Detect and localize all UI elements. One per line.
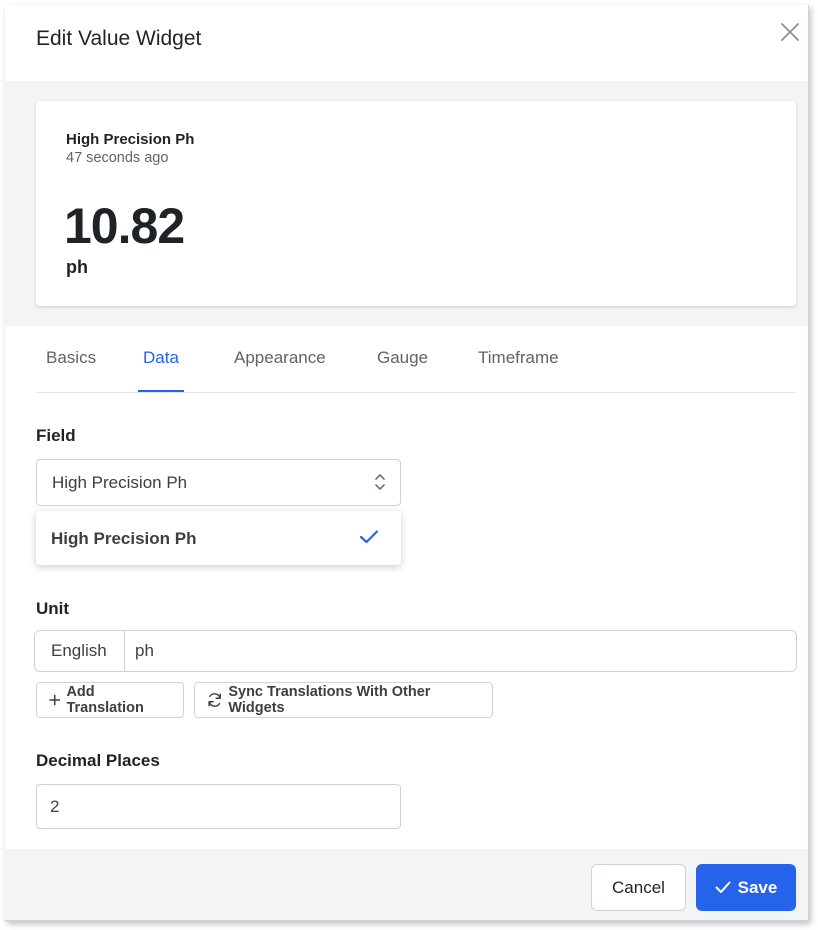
check-icon xyxy=(359,530,379,544)
preview-unit: ph xyxy=(66,257,88,277)
check-icon xyxy=(715,881,731,893)
edit-widget-dialog: Edit Value Widget High Precision Ph 47 s… xyxy=(5,5,809,921)
add-translation-button[interactable]: Add Translation xyxy=(36,682,184,718)
decimal-places-input[interactable] xyxy=(36,784,401,829)
tab-data[interactable]: Data xyxy=(138,348,184,392)
field-label: Field xyxy=(36,426,76,445)
dialog-footer: Cancel Save xyxy=(5,849,808,920)
add-translation-label: Add Translation xyxy=(66,684,144,716)
tab-bar: Basics Data Appearance Gauge Timeframe xyxy=(36,326,796,393)
sync-translations-label: Sync Translations With Other Widgets xyxy=(228,684,431,716)
close-icon xyxy=(781,23,799,41)
dialog-header: Edit Value Widget xyxy=(5,5,808,81)
decimal-places-label: Decimal Places xyxy=(36,751,160,770)
field-option[interactable]: High Precision Ph xyxy=(36,511,401,565)
dialog-title: Edit Value Widget xyxy=(36,27,202,50)
field-select[interactable]: High Precision Ph xyxy=(36,459,401,506)
unit-input-group: English xyxy=(34,630,797,672)
widget-preview-card: High Precision Ph 47 seconds ago 10.82 p… xyxy=(36,101,796,306)
widget-preview-area: High Precision Ph 47 seconds ago 10.82 p… xyxy=(5,81,808,326)
close-button[interactable] xyxy=(779,21,801,43)
tab-timeframe[interactable]: Timeframe xyxy=(473,348,564,392)
tab-basics[interactable]: Basics xyxy=(41,348,101,392)
sync-translations-button[interactable]: Sync Translations With Other Widgets xyxy=(194,682,493,718)
unit-input[interactable] xyxy=(125,631,796,671)
field-dropdown: High Precision Ph xyxy=(36,511,401,565)
unit-language: English xyxy=(35,631,125,671)
field-select-value: High Precision Ph xyxy=(52,473,188,492)
preview-value: 10.82 xyxy=(64,198,185,254)
cancel-button[interactable]: Cancel xyxy=(591,864,686,911)
chevron-up-down-icon xyxy=(375,474,385,490)
field-option-label: High Precision Ph xyxy=(51,529,197,548)
plus-icon xyxy=(49,694,60,706)
unit-label: Unit xyxy=(36,599,70,618)
sync-icon xyxy=(208,693,221,707)
tab-appearance[interactable]: Appearance xyxy=(229,348,331,392)
save-button[interactable]: Save xyxy=(696,864,796,911)
save-label: Save xyxy=(737,877,778,897)
preview-timestamp: 47 seconds ago xyxy=(66,150,169,166)
preview-field-name: High Precision Ph xyxy=(66,131,195,148)
tab-gauge[interactable]: Gauge xyxy=(372,348,433,392)
